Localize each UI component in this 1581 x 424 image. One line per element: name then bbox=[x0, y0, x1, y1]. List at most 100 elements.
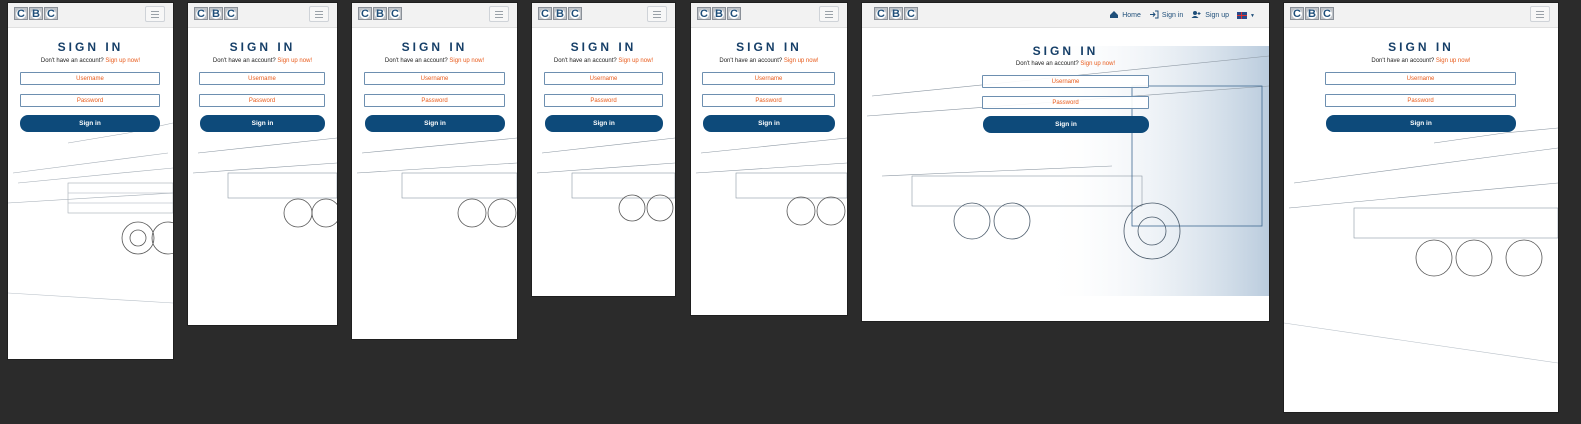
hamburger-menu-icon[interactable] bbox=[489, 6, 509, 22]
password-input[interactable]: Password bbox=[1325, 94, 1516, 107]
logo[interactable]: C B C bbox=[874, 7, 918, 20]
sign-in-button[interactable]: Sign in bbox=[1326, 115, 1516, 132]
navbar: C B C bbox=[188, 3, 337, 28]
preview-frame-1: C B C SIGN IN Don't have an account? Sig… bbox=[8, 3, 173, 359]
logo-letter: C bbox=[1320, 7, 1334, 20]
sign-in-button[interactable]: Sign in bbox=[200, 115, 325, 132]
signup-link[interactable]: Sign up now! bbox=[1080, 61, 1115, 67]
logo-letter: C bbox=[874, 7, 888, 20]
username-input[interactable]: Username bbox=[702, 72, 835, 85]
signup-link[interactable]: Sign up now! bbox=[618, 58, 653, 64]
logo-letter: B bbox=[1305, 7, 1319, 20]
signup-link[interactable]: Sign up now! bbox=[784, 58, 819, 64]
chevron-down-icon: ▼ bbox=[1250, 12, 1255, 19]
page-title: SIGN IN bbox=[401, 40, 468, 54]
signup-link[interactable]: Sign up now! bbox=[1436, 58, 1471, 64]
nav-home[interactable]: Home bbox=[1109, 10, 1141, 21]
password-input[interactable]: Password bbox=[199, 94, 325, 107]
logo[interactable]: C B C bbox=[697, 7, 741, 20]
logo-letter: C bbox=[1290, 7, 1304, 20]
logo-letter: C bbox=[14, 7, 28, 20]
home-icon bbox=[1109, 10, 1119, 21]
logo[interactable]: C B C bbox=[538, 7, 582, 20]
signup-link[interactable]: Sign up now! bbox=[449, 58, 484, 64]
uk-flag-icon bbox=[1237, 12, 1248, 19]
preview-frame-6: C B C Home Sign in Sign up ▼ SIGN IN Don… bbox=[862, 3, 1269, 321]
logo-letter: B bbox=[373, 7, 387, 20]
password-input[interactable]: Password bbox=[702, 94, 835, 107]
logo-letter: B bbox=[553, 7, 567, 20]
hamburger-menu-icon[interactable] bbox=[145, 6, 165, 22]
password-input[interactable]: Password bbox=[20, 94, 160, 107]
page-title: SIGN IN bbox=[570, 40, 637, 54]
language-selector[interactable]: ▼ bbox=[1237, 12, 1255, 19]
password-input[interactable]: Password bbox=[982, 96, 1149, 109]
logo-letter: C bbox=[568, 7, 582, 20]
password-input[interactable]: Password bbox=[364, 94, 505, 107]
navbar: C B C Home Sign in Sign up ▼ bbox=[862, 3, 1269, 28]
logo-letter: C bbox=[727, 7, 741, 20]
signup-prompt: Don't have an account? Sign up now! bbox=[1015, 61, 1116, 67]
nav-sign-up[interactable]: Sign up bbox=[1191, 10, 1229, 21]
signup-prompt: Don't have an account? Sign up now! bbox=[40, 58, 141, 64]
signup-link[interactable]: Sign up now! bbox=[105, 58, 140, 64]
logo-letter: C bbox=[538, 7, 552, 20]
username-input[interactable]: Username bbox=[982, 75, 1149, 88]
truck-sketch-background bbox=[866, 46, 1269, 296]
username-input[interactable]: Username bbox=[544, 72, 663, 85]
sign-in-button[interactable]: Sign in bbox=[20, 115, 160, 132]
hamburger-menu-icon[interactable] bbox=[647, 6, 667, 22]
navbar: C B C bbox=[8, 3, 173, 28]
navbar: C B C bbox=[1284, 3, 1558, 28]
page-title: SIGN IN bbox=[57, 40, 124, 54]
navbar: C B C bbox=[532, 3, 675, 28]
logo-letter: C bbox=[44, 7, 58, 20]
logo-letter: B bbox=[889, 7, 903, 20]
sign-in-button[interactable]: Sign in bbox=[983, 116, 1149, 133]
logo-letter: C bbox=[194, 7, 208, 20]
page-title: SIGN IN bbox=[1032, 44, 1099, 58]
preview-frame-5: C B C SIGN IN Don't have an account? Sig… bbox=[691, 3, 847, 315]
hamburger-menu-icon[interactable] bbox=[819, 6, 839, 22]
logo[interactable]: C B C bbox=[358, 7, 402, 20]
add-user-icon bbox=[1191, 10, 1202, 21]
signup-prompt: Don't have an account? Sign up now! bbox=[384, 58, 485, 64]
hamburger-menu-icon[interactable] bbox=[309, 6, 329, 22]
page-title: SIGN IN bbox=[229, 40, 296, 54]
truck-sketch-background bbox=[356, 137, 517, 228]
preview-frame-4: C B C SIGN IN Don't have an account? Sig… bbox=[532, 3, 675, 296]
preview-frame-2: C B C SIGN IN Don't have an account? Sig… bbox=[188, 3, 337, 325]
nav-sign-in[interactable]: Sign in bbox=[1149, 10, 1183, 21]
password-input[interactable]: Password bbox=[544, 94, 663, 107]
signup-prompt: Don't have an account? Sign up now! bbox=[719, 58, 819, 64]
truck-sketch-background bbox=[695, 137, 847, 226]
username-input[interactable]: Username bbox=[20, 72, 160, 85]
logo-letter: C bbox=[388, 7, 402, 20]
logo[interactable]: C B C bbox=[14, 7, 58, 20]
hamburger-menu-icon[interactable] bbox=[1530, 6, 1550, 22]
logo-letter: B bbox=[29, 7, 43, 20]
sign-in-button[interactable]: Sign in bbox=[365, 115, 505, 132]
signup-prompt: Don't have an account? Sign up now! bbox=[553, 58, 654, 64]
logo-letter: C bbox=[358, 7, 372, 20]
navbar: C B C bbox=[352, 3, 517, 28]
sign-in-button[interactable]: Sign in bbox=[703, 115, 835, 132]
username-input[interactable]: Username bbox=[1325, 72, 1516, 85]
signup-link[interactable]: Sign up now! bbox=[277, 58, 312, 64]
logo[interactable]: C B C bbox=[1290, 7, 1334, 20]
username-input[interactable]: Username bbox=[364, 72, 505, 85]
truck-sketch-background bbox=[1284, 127, 1558, 364]
logo[interactable]: C B C bbox=[194, 7, 238, 20]
logo-letter: C bbox=[224, 7, 238, 20]
page-title: SIGN IN bbox=[736, 40, 802, 54]
sign-in-icon bbox=[1149, 10, 1159, 21]
logo-letter: C bbox=[697, 7, 711, 20]
logo-letter: C bbox=[904, 7, 918, 20]
logo-letter: B bbox=[712, 7, 726, 20]
truck-sketch-background bbox=[536, 137, 675, 222]
signup-prompt: Don't have an account? Sign up now! bbox=[212, 58, 313, 64]
sign-in-button[interactable]: Sign in bbox=[545, 115, 663, 132]
preview-frame-3: C B C SIGN IN Don't have an account? Sig… bbox=[352, 3, 517, 339]
signup-prompt: Don't have an account? Sign up now! bbox=[1371, 58, 1471, 64]
username-input[interactable]: Username bbox=[199, 72, 325, 85]
